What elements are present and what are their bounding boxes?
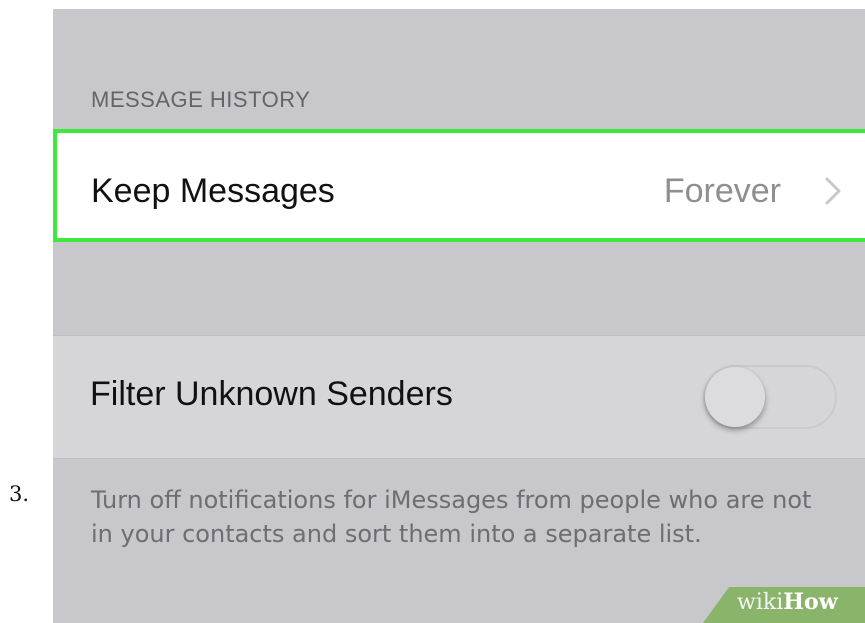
filter-unknown-senders-label: Filter Unknown Senders — [90, 375, 453, 413]
step-number: 3. — [9, 482, 30, 506]
messages-settings-screen: MESSAGE HISTORY Keep Messages Forever Fi… — [53, 9, 865, 623]
tutorial-step-image: 3. MESSAGE HISTORY Keep Messages Forever… — [0, 0, 865, 623]
watermark-how: How — [783, 589, 838, 615]
watermark-text: wikiHow — [737, 589, 838, 615]
wikihow-watermark: wikiHow — [703, 587, 865, 623]
filter-description: Turn off notifications for iMessages fro… — [91, 486, 812, 548]
toggle-knob — [705, 367, 765, 427]
chevron-right-icon — [825, 177, 841, 205]
section-header-message-history: MESSAGE HISTORY — [91, 87, 311, 112]
watermark-wiki: wiki — [737, 590, 784, 615]
filter-unknown-senders-toggle[interactable] — [703, 365, 837, 429]
filter-unknown-senders-row: Filter Unknown Senders — [53, 335, 865, 459]
keep-messages-value: Forever — [663, 172, 781, 210]
keep-messages-label: Keep Messages — [91, 172, 335, 210]
keep-messages-row[interactable]: Keep Messages Forever — [53, 129, 865, 242]
